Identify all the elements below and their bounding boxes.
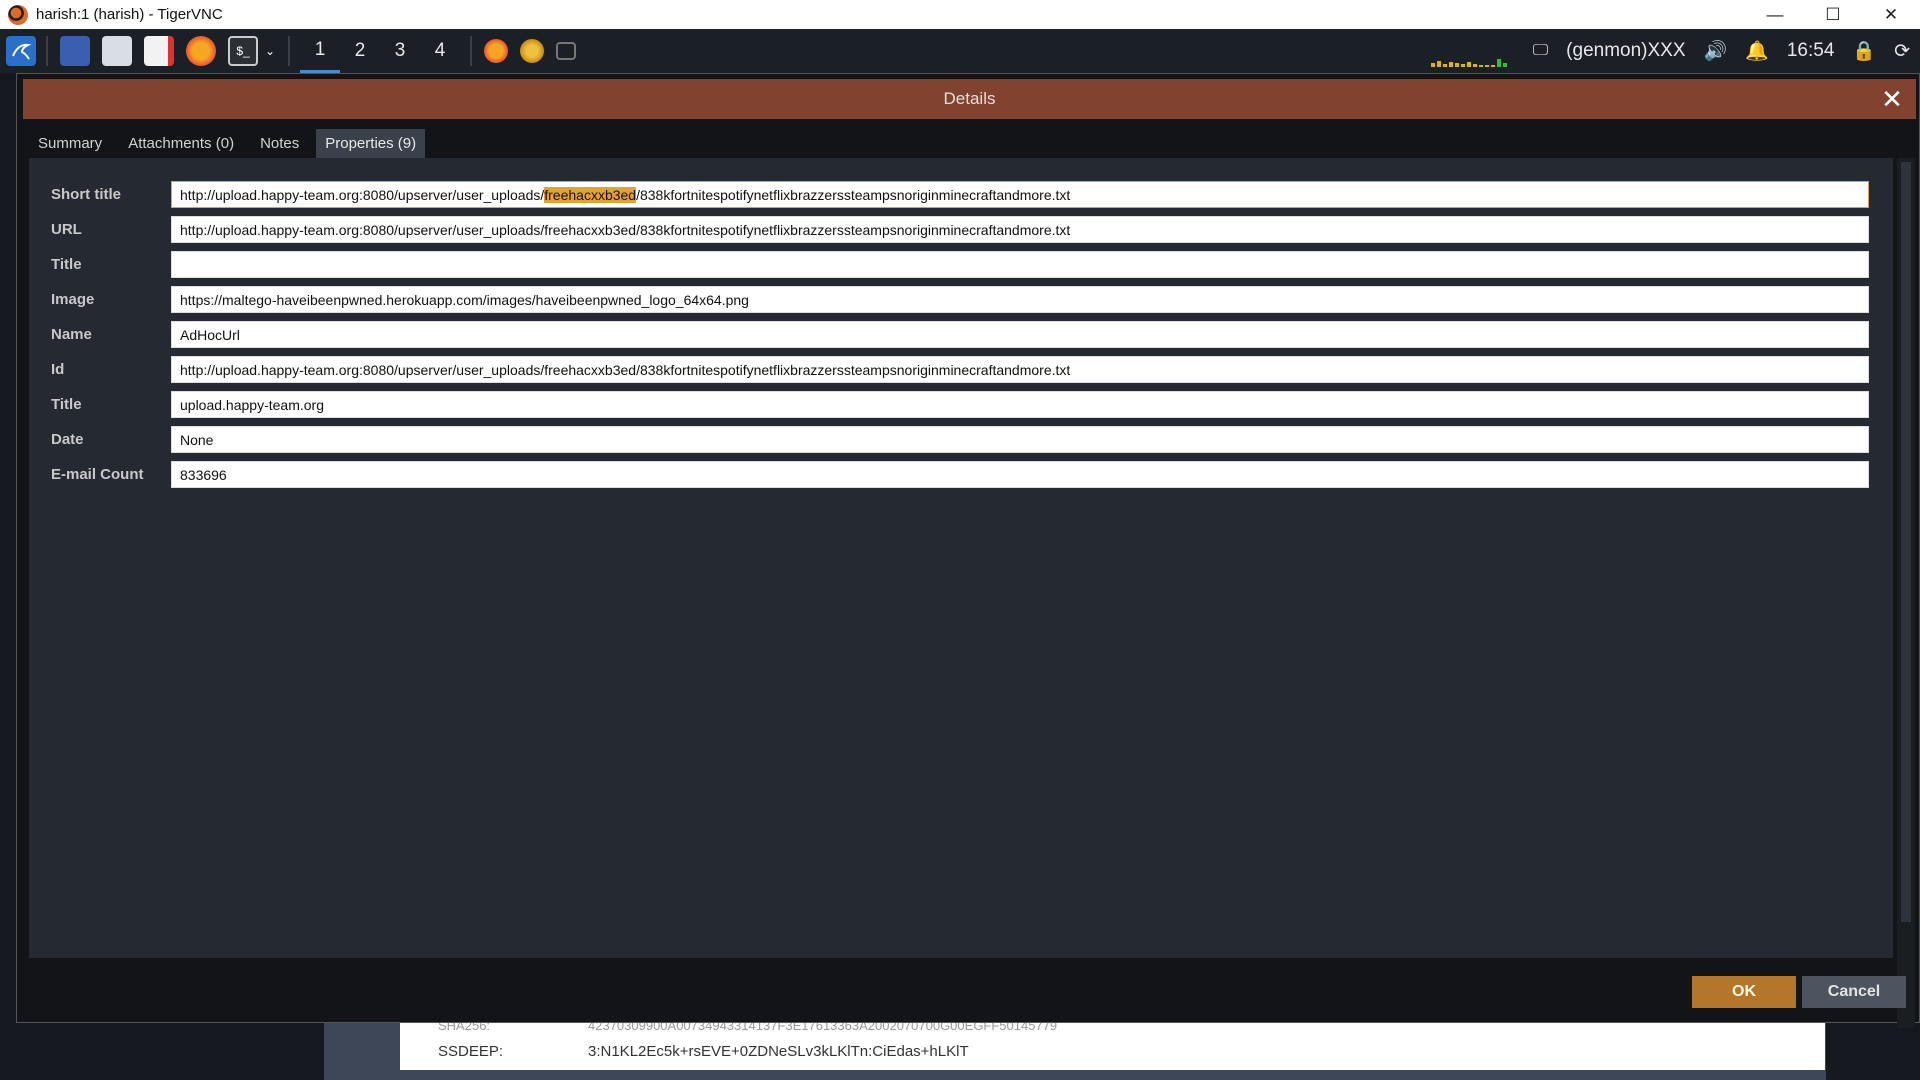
minimize-button[interactable]: — — [1746, 0, 1804, 29]
power-icon[interactable]: ⟳ — [1894, 40, 1910, 63]
maltego-window-icon[interactable] — [520, 39, 544, 63]
host-window-title: harish:1 (harish) - TigerVNC — [36, 6, 223, 23]
property-label: Date — [51, 431, 84, 448]
background-row-ssdeep: SSDEEP: 3:N1KL2Ec5k+rsEVE+0ZDNeSLv3kLKlT… — [438, 1043, 969, 1060]
title-field[interactable] — [171, 251, 1869, 278]
name-field[interactable]: AdHocUrl — [171, 321, 1869, 348]
details-dialog: Details ✕ Summary Attachments (0) Notes … — [16, 73, 1920, 1028]
firefox-window-icon[interactable] — [484, 39, 508, 63]
network-graph — [1430, 53, 1515, 67]
clock[interactable]: 16:54 — [1787, 40, 1835, 62]
id-field[interactable]: http://upload.happy-team.org:8080/upserv… — [171, 356, 1869, 383]
taskbar-separator — [46, 36, 48, 66]
property-row-date: Date None — [29, 422, 1893, 457]
title-2-field[interactable]: upload.happy-team.org — [171, 391, 1869, 418]
taskbar-separator — [470, 36, 472, 66]
host-titlebar: harish:1 (harish) - TigerVNC — ☐ ✕ — [0, 0, 1920, 29]
property-label: URL — [51, 221, 82, 238]
lock-icon[interactable]: 🔒 — [1852, 39, 1876, 63]
show-desktop-icon[interactable] — [60, 36, 90, 66]
property-row-short-title: Short title http://upload.happy-team.org… — [29, 177, 1893, 212]
property-label: Image — [51, 291, 95, 308]
cancel-button[interactable]: Cancel — [1802, 976, 1906, 1008]
dialog-title: Details — [943, 89, 996, 108]
property-label: Title — [51, 396, 82, 413]
url-field[interactable]: http://upload.happy-team.org:8080/upserv… — [171, 216, 1869, 243]
dialog-header: Details ✕ — [23, 79, 1916, 119]
tab-properties[interactable]: Properties (9) — [316, 128, 426, 158]
desktop-taskbar: $_ ⌄ 1 2 3 4 🖵 (genmon)XXX 🔊 🔔 16:54 🔒 ⟳ — [0, 29, 1920, 73]
taskbar-separator — [288, 36, 290, 66]
file-manager-icon[interactable] — [102, 36, 132, 66]
property-row-name: Name AdHocUrl — [29, 317, 1893, 352]
kali-menu-icon[interactable] — [6, 36, 36, 66]
property-row-url: URL http://upload.happy-team.org:8080/up… — [29, 212, 1893, 247]
property-label: E-mail Count — [51, 466, 144, 483]
scrollbar-thumb[interactable] — [1901, 162, 1911, 922]
short-title-selected-text: freehacxxb3ed — [544, 186, 637, 203]
tab-attachments[interactable]: Attachments (0) — [119, 129, 243, 158]
genmon-label: (genmon)XXX — [1566, 40, 1686, 61]
workspace-3[interactable]: 3 — [380, 29, 420, 73]
chevron-down-icon[interactable]: ⌄ — [262, 36, 278, 66]
property-row-image: Image https://maltego-haveibeenpwned.her… — [29, 282, 1893, 317]
workspace-4[interactable]: 4 — [420, 29, 460, 73]
property-label: Title — [51, 256, 82, 273]
property-row-title: Title — [29, 247, 1893, 282]
background-row-key: SSDEEP: — [438, 1043, 504, 1060]
property-row-email-count: E-mail Count 833696 — [29, 457, 1893, 492]
property-label: Id — [51, 361, 65, 378]
dialog-tabs: Summary Attachments (0) Notes Properties… — [29, 128, 433, 158]
vertical-scrollbar[interactable] — [1897, 158, 1915, 1028]
tab-summary[interactable]: Summary — [29, 129, 111, 158]
terminal-window-icon[interactable] — [556, 42, 576, 60]
workspace-2[interactable]: 2 — [340, 29, 380, 73]
properties-panel: Short title http://upload.happy-team.org… — [29, 158, 1893, 958]
system-tray: 🖵 (genmon)XXX 🔊 🔔 16:54 🔒 ⟳ — [1430, 29, 1920, 73]
text-editor-icon[interactable] — [144, 36, 174, 66]
notification-bell-icon[interactable]: 🔔 — [1745, 39, 1769, 63]
date-field[interactable]: None — [171, 426, 1869, 453]
property-row-id: Id http://upload.happy-team.org:8080/ups… — [29, 352, 1893, 387]
tigervnc-icon — [8, 4, 28, 25]
workspace-1[interactable]: 1 — [300, 29, 340, 73]
close-icon[interactable]: ✕ — [1878, 85, 1906, 113]
volume-icon[interactable]: 🔊 — [1704, 39, 1728, 63]
image-field[interactable]: https://maltego-haveibeenpwned.herokuapp… — [171, 286, 1869, 313]
short-title-field[interactable]: http://upload.happy-team.org:8080/upserv… — [171, 181, 1869, 208]
background-row-value: 3:N1KL2Ec5k+rsEVE+0ZDNeSLv3kLKlTn:CiEdas… — [588, 1043, 969, 1060]
property-label: Name — [51, 326, 92, 343]
property-label: Short title — [51, 186, 121, 203]
short-title-text-before: http://upload.happy-team.org:8080/upserv… — [180, 186, 545, 203]
maximize-button[interactable]: ☐ — [1804, 0, 1862, 29]
background-table: SHA256: 42370309900A00734943314137F3E176… — [400, 1018, 1825, 1070]
property-row-title-2: Title upload.happy-team.org — [29, 387, 1893, 422]
email-count-field[interactable]: 833696 — [171, 461, 1869, 488]
display-icon[interactable]: 🖵 — [1533, 42, 1548, 60]
window-controls: — ☐ ✕ — [1746, 0, 1920, 29]
short-title-text-after: /838kfortnitespotifynetflixbrazzerssteam… — [636, 186, 1071, 203]
terminal-icon[interactable]: $_ — [228, 36, 258, 66]
firefox-icon[interactable] — [186, 36, 216, 66]
ok-button[interactable]: OK — [1692, 976, 1796, 1008]
close-window-button[interactable]: ✕ — [1862, 0, 1920, 29]
tab-notes[interactable]: Notes — [251, 129, 308, 158]
